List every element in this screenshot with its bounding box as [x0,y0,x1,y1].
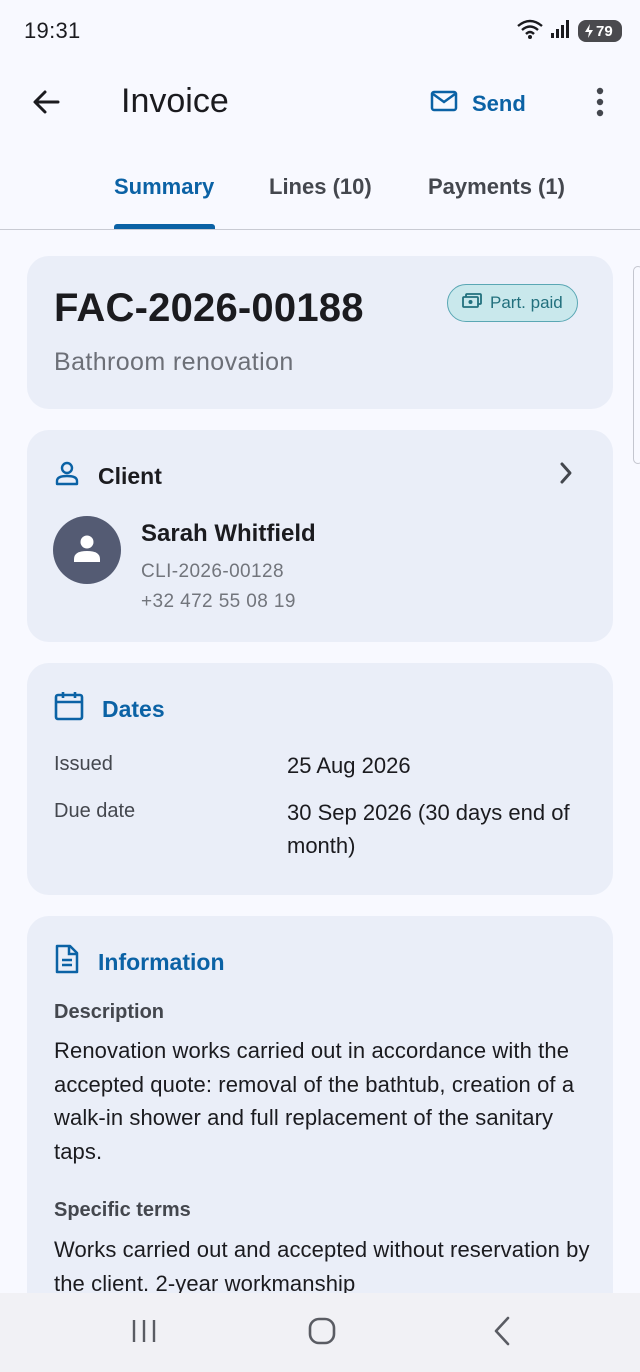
back-button[interactable] [26,84,66,124]
tab-payments[interactable]: Payments (1) [428,174,565,200]
status-icons: 79 [516,18,622,45]
status-bar: 19:31 79 [0,0,640,62]
dates-card: Dates Issued 25 Aug 2026 Due date 30 Sep… [27,663,613,895]
client-card[interactable]: Client Sarah Whitfield CLI-2026-00128 +3… [27,430,613,642]
status-badge-label: Part. paid [490,293,563,312]
app-bar: Invoice Send [0,62,640,144]
issued-value: 25 Aug 2026 [287,753,411,778]
recent-apps-button[interactable] [124,1313,164,1353]
chevron-right-icon [558,461,574,490]
system-back-button[interactable] [482,1313,522,1353]
person-avatar-icon [72,533,102,568]
calendar-icon [54,691,84,727]
system-navigation-bar [0,1293,640,1372]
specific-terms-text: Works carried out and accepted without r… [54,1237,590,1296]
client-name: Sarah Whitfield [141,520,316,547]
scrollbar[interactable] [633,266,640,464]
active-tab-indicator [114,224,215,229]
dates-section-title: Dates [102,695,165,722]
more-vert-icon [595,87,605,122]
tab-lines[interactable]: Lines (10) [269,174,372,200]
send-button[interactable]: Send [430,84,526,124]
client-section-title: Client [98,462,162,489]
mail-icon [430,90,458,118]
document-icon [54,944,80,980]
back-chevron-icon [492,1316,512,1351]
client-phone: +32 472 55 08 19 [141,591,296,612]
recent-apps-icon [131,1318,157,1349]
wifi-icon [516,18,544,45]
tab-summary[interactable]: Summary [114,174,214,200]
invoice-number: FAC-2026-00188 [54,286,364,330]
more-options-button[interactable] [584,84,616,124]
home-button[interactable] [302,1313,342,1353]
status-time: 19:31 [24,18,81,43]
status-badge: Part. paid [447,284,578,322]
information-section-title: Information [98,948,225,975]
issued-label: Issued [54,753,113,775]
client-id: CLI-2026-00128 [141,561,284,582]
due-date-value: 30 Sep 2026 (30 days end of month) [287,800,570,858]
send-label: Send [472,91,526,116]
tab-bar: Summary Lines (10) Payments (1) [0,160,640,230]
description-label: Description [54,1001,165,1023]
open-client-button[interactable] [551,460,581,490]
home-icon [308,1317,336,1350]
specific-terms-label: Specific terms [54,1199,191,1221]
information-section-header: Information [54,944,225,980]
back-arrow-icon [31,87,61,122]
invoice-subtitle: Bathroom renovation [54,348,294,376]
page-title: Invoice [121,82,229,120]
battery-level: 79 [596,22,613,40]
description-text: Renovation works carried out in accordan… [54,1038,575,1164]
dates-section-header: Dates [54,691,165,727]
due-date-label: Due date [54,800,136,822]
invoice-summary-card: FAC-2026-00188 Bathroom renovation Part.… [27,256,613,409]
signal-icon [550,19,572,44]
person-icon [54,460,80,492]
cash-icon [462,292,482,314]
avatar [53,516,121,584]
battery-charging-icon: 79 [578,20,622,42]
client-section-header: Client [54,460,162,492]
